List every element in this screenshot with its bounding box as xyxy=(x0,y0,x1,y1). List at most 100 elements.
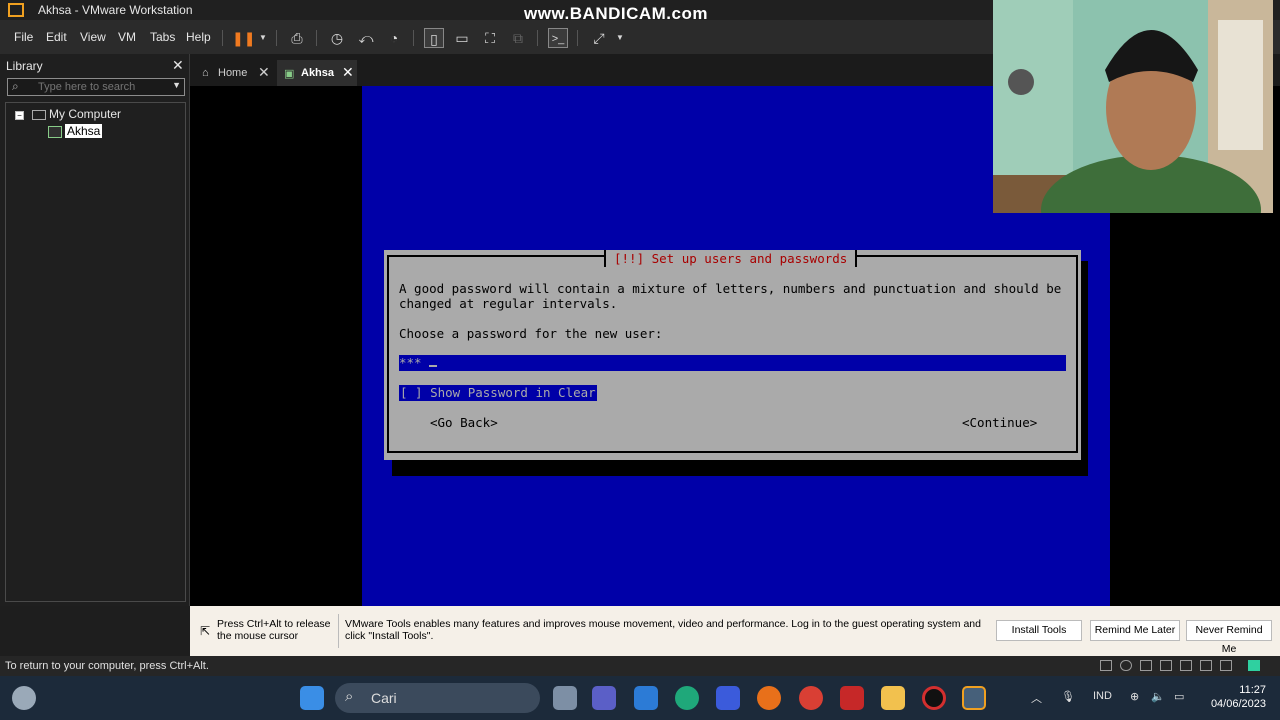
vmware-app-icon xyxy=(8,3,24,17)
library-tree: − My Computer Akhsa xyxy=(5,102,186,602)
menu-view[interactable]: View xyxy=(80,30,106,44)
console-view-icon[interactable]: >_ xyxy=(548,28,568,48)
password-prompt: Choose a password for the new user: xyxy=(399,326,663,341)
taskbar-clock[interactable]: 11:27 04/06/2023 xyxy=(1204,683,1266,711)
menu-file[interactable]: File xyxy=(14,30,33,44)
bandicam-icon[interactable] xyxy=(922,686,946,710)
search-label: Cari xyxy=(371,690,397,706)
store-icon[interactable] xyxy=(634,686,658,710)
release-cursor-hint: Press Ctrl+Alt to release the mouse curs… xyxy=(217,618,331,642)
app-icon[interactable] xyxy=(716,686,740,710)
tree-item-my-computer[interactable]: My Computer xyxy=(49,107,121,121)
snapshot-manager-icon[interactable]: ◔ xyxy=(384,28,404,48)
computer-icon xyxy=(32,110,46,120)
continue-button[interactable]: <Continue> xyxy=(962,415,1037,430)
toolbar-separator xyxy=(537,30,538,46)
stretch-guest-icon[interactable]: ⤢ xyxy=(589,28,609,48)
teams-icon[interactable] xyxy=(592,686,616,710)
chevron-down-icon[interactable]: ▼ xyxy=(172,80,181,90)
library-panel: Library ✕ ⌕ ▼ − My Computer Akhsa xyxy=(0,54,190,606)
library-title: Library xyxy=(6,59,43,73)
volume-icon[interactable]: 🔈 xyxy=(1151,690,1165,703)
toolbar-separator xyxy=(577,30,578,46)
taskbar: ⌕ Cari ︿ 🎙 IND ⊕ 🔈 ▭ 11:27 04/06/2023 xyxy=(0,676,1280,720)
cd-drive-icon[interactable] xyxy=(1120,660,1132,671)
revert-snapshot-icon[interactable]: ⤺ xyxy=(356,28,376,48)
window-title: Akhsa - VMware Workstation xyxy=(38,3,193,17)
remind-later-button[interactable]: Remind Me Later xyxy=(1090,620,1180,641)
chevron-up-icon[interactable]: ︿ xyxy=(1031,690,1042,706)
go-back-button[interactable]: <Go Back> xyxy=(430,415,498,430)
password-value: *** xyxy=(399,355,422,370)
search-input[interactable] xyxy=(38,80,168,94)
status-bar: To return to your computer, press Ctrl+A… xyxy=(0,656,1280,676)
network-adapter-icon[interactable] xyxy=(1140,660,1152,671)
chevron-down-icon[interactable]: ▼ xyxy=(253,28,273,48)
tab-home[interactable]: ⌂ Home ✕ xyxy=(194,60,274,86)
battery-icon[interactable]: ▭ xyxy=(1174,690,1184,703)
file-explorer-icon[interactable] xyxy=(881,686,905,710)
close-icon[interactable]: ✕ xyxy=(258,64,270,81)
menu-tabs[interactable]: Tabs xyxy=(150,30,175,44)
text-cursor xyxy=(429,365,438,367)
toolbar-separator xyxy=(316,30,317,46)
dialog-title: [!!] Set up users and passwords xyxy=(604,250,858,267)
thumbnail-view-icon[interactable]: ▭ xyxy=(452,28,472,48)
taskbar-search[interactable]: ⌕ Cari xyxy=(335,683,540,713)
search-icon: ⌕ xyxy=(345,688,354,705)
tools-message-bar: ⇱ Press Ctrl+Alt to release the mouse cu… xyxy=(190,606,1280,656)
close-icon[interactable]: ✕ xyxy=(342,64,354,81)
webcam-overlay xyxy=(993,0,1273,213)
message-log-icon[interactable] xyxy=(1248,660,1260,671)
task-view-icon[interactable] xyxy=(553,686,577,710)
status-text: To return to your computer, press Ctrl+A… xyxy=(5,660,209,672)
tree-item-akhsa[interactable]: Akhsa xyxy=(65,124,103,138)
clock-time: 11:27 xyxy=(1239,684,1266,696)
dialog-text-line2: changed at regular intervals. xyxy=(399,296,618,311)
windows-start-icon[interactable] xyxy=(300,686,324,710)
language-indicator[interactable]: IND xyxy=(1093,690,1112,702)
menu-vm[interactable]: VM xyxy=(118,30,136,44)
dialog-text-line1: A good password will contain a mixture o… xyxy=(399,281,1062,296)
collapse-icon[interactable]: − xyxy=(15,111,24,120)
library-search[interactable]: ⌕ ▼ xyxy=(7,78,185,96)
clock-date: 04/06/2023 xyxy=(1210,698,1266,710)
pause-icon[interactable]: ❚❚ xyxy=(232,28,255,48)
show-password-checkbox[interactable]: [ ] Show Password in Clear xyxy=(399,385,597,401)
menu-help[interactable]: Help xyxy=(186,30,211,44)
menu-edit[interactable]: Edit xyxy=(46,30,67,44)
firefox-icon[interactable] xyxy=(757,686,781,710)
sound-card-icon[interactable] xyxy=(1180,660,1192,671)
send-ctrl-alt-del-icon[interactable]: ⎙ xyxy=(287,28,307,48)
webcam-image xyxy=(993,0,1273,213)
edge-icon[interactable] xyxy=(675,686,699,710)
weather-icon[interactable] xyxy=(12,686,36,710)
vm-icon: ▣ xyxy=(284,68,295,80)
unity-icon[interactable]: ⧉ xyxy=(508,28,528,48)
tab-akhsa[interactable]: ▣ Akhsa ✕ xyxy=(277,60,357,86)
tab-home-label: Home xyxy=(218,67,248,79)
vmware-taskbar-icon[interactable] xyxy=(962,686,986,710)
never-remind-button[interactable]: Never Remind Me xyxy=(1186,620,1272,655)
full-screen-icon[interactable]: ⛶ xyxy=(480,28,500,48)
close-icon[interactable]: ✕ xyxy=(172,57,184,74)
divider xyxy=(338,614,339,648)
mcafee-icon[interactable] xyxy=(840,686,864,710)
toolbar-separator xyxy=(276,30,277,46)
printer-icon[interactable] xyxy=(1200,660,1212,671)
password-field[interactable]: *** xyxy=(399,355,1066,371)
network-icon[interactable]: ⊕ xyxy=(1130,690,1139,703)
chrome-icon[interactable] xyxy=(799,686,823,710)
microphone-icon[interactable]: 🎙 xyxy=(1061,690,1075,703)
hard-disk-icon[interactable] xyxy=(1100,660,1112,671)
snapshot-icon[interactable]: ◷ xyxy=(327,28,347,48)
display-icon[interactable] xyxy=(1220,660,1232,671)
home-icon: ⌂ xyxy=(202,67,209,79)
library-view-icon[interactable]: ▯ xyxy=(424,28,444,48)
search-icon: ⌕ xyxy=(12,79,19,93)
install-tools-button[interactable]: Install Tools xyxy=(996,620,1082,641)
usb-icon[interactable] xyxy=(1160,660,1172,671)
chevron-down-icon[interactable]: ▼ xyxy=(610,28,630,48)
toolbar-separator xyxy=(222,30,223,46)
tools-message: VMware Tools enables many features and i… xyxy=(345,618,981,642)
